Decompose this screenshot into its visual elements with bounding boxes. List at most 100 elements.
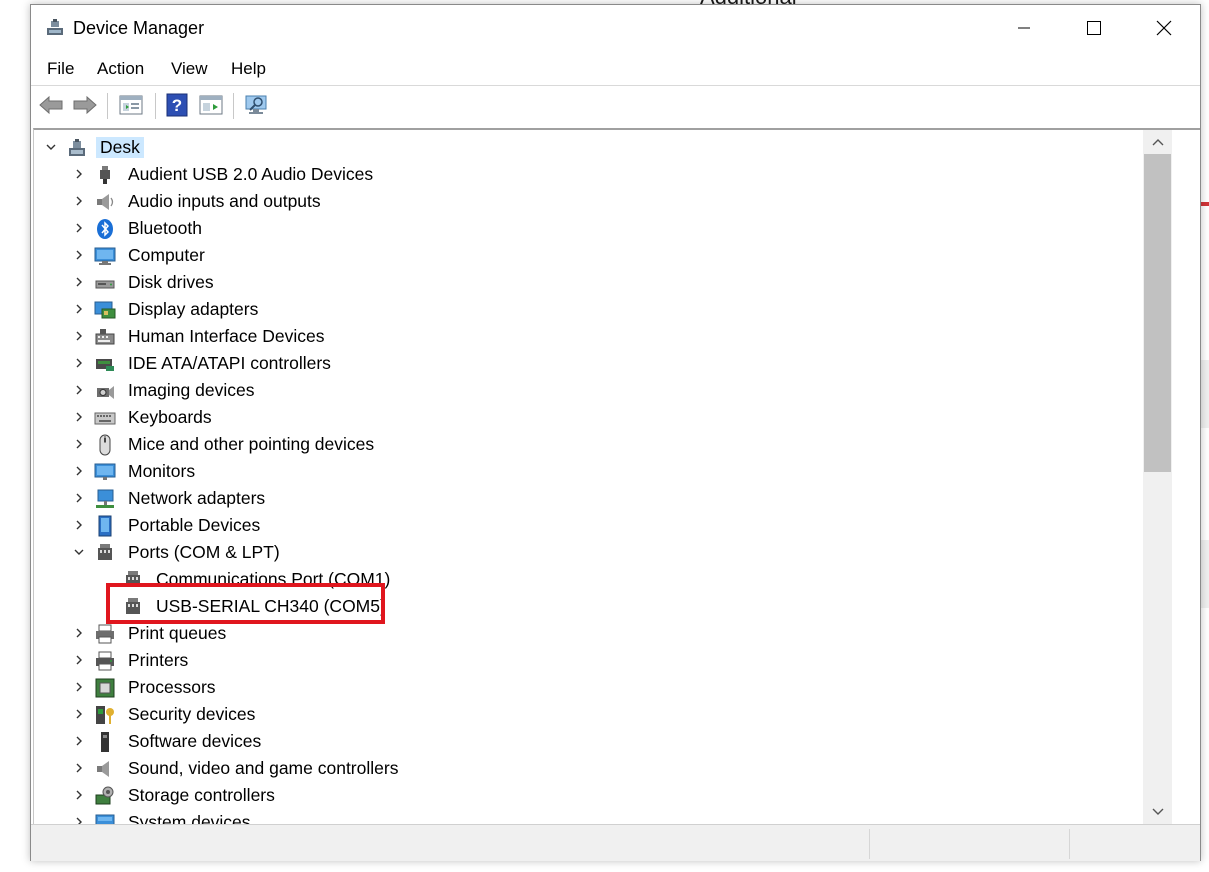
- chevron-right-icon[interactable]: [72, 356, 86, 370]
- software-device-icon: [101, 732, 109, 752]
- back-button[interactable]: [37, 91, 65, 119]
- chevron-right-icon[interactable]: [72, 734, 86, 748]
- tree-item-imaging-devices[interactable]: Imaging devices: [34, 377, 1172, 404]
- tree-item-computer[interactable]: Computer: [34, 242, 1172, 269]
- annotation-highlight-box: [106, 583, 385, 624]
- menu-view[interactable]: View: [171, 59, 208, 79]
- sound-icon: [97, 761, 109, 777]
- tree-root-label: Desk: [96, 137, 144, 158]
- tree-root[interactable]: Desk: [34, 134, 1172, 161]
- tree-item-label: Software devices: [128, 731, 262, 751]
- tree-item-human-interface-devices[interactable]: Human Interface Devices: [34, 323, 1172, 350]
- portable-device-icon: [98, 515, 112, 537]
- scrollbar-thumb[interactable]: [1144, 154, 1171, 472]
- scan-hardware-button[interactable]: [243, 91, 271, 119]
- close-button[interactable]: [1129, 5, 1199, 51]
- tree-item-security-devices[interactable]: Security devices: [34, 701, 1172, 728]
- chevron-right-icon[interactable]: [72, 410, 86, 424]
- keyboard-icon: [94, 412, 116, 425]
- tree-item-label: System devices: [128, 812, 251, 824]
- tree-item-disk-drives[interactable]: Disk drives: [34, 269, 1172, 296]
- tree-item-label: Ports (COM & LPT): [128, 542, 280, 562]
- tree-item-portable-devices[interactable]: Portable Devices: [34, 512, 1172, 539]
- menu-action[interactable]: Action: [97, 59, 144, 79]
- help-button[interactable]: ?: [163, 91, 191, 119]
- chevron-right-icon[interactable]: [72, 491, 86, 505]
- toolbar-divider: [233, 93, 234, 119]
- tree-item-label: Monitors: [128, 461, 196, 481]
- chevron-down-icon[interactable]: [72, 545, 86, 559]
- chevron-right-icon[interactable]: [72, 464, 86, 478]
- scroll-up-button[interactable]: [1143, 130, 1172, 154]
- close-icon: [1156, 20, 1172, 36]
- tree-item-ports-com-lpt[interactable]: Ports (COM & LPT): [34, 539, 1172, 566]
- tree-item-label: Portable Devices: [128, 515, 261, 535]
- tree-item-monitors[interactable]: Monitors: [34, 458, 1172, 485]
- chevron-right-icon[interactable]: [72, 248, 86, 262]
- device-tree[interactable]: Desk Audient USB 2.0 Audio Devices Audio …: [34, 130, 1172, 824]
- device-tree-pane: Desk Audient USB 2.0 Audio Devices Audio …: [33, 128, 1200, 824]
- properties-button[interactable]: [197, 91, 225, 119]
- scroll-down-button[interactable]: [1143, 800, 1172, 824]
- print-queue-icon: [96, 624, 114, 644]
- chevron-right-icon[interactable]: [72, 761, 86, 775]
- chevron-right-icon[interactable]: [72, 680, 86, 694]
- tree-item-network-adapters[interactable]: Network adapters: [34, 485, 1172, 512]
- help-icon: ?: [166, 93, 188, 117]
- menu-file[interactable]: File: [47, 59, 74, 79]
- tree-item-display-adapters[interactable]: Display adapters: [34, 296, 1172, 323]
- status-bar: [31, 824, 1200, 861]
- bluetooth-icon: [97, 219, 113, 239]
- system-devices-icon: [95, 814, 115, 824]
- menu-help[interactable]: Help: [231, 59, 266, 79]
- chevron-right-icon[interactable]: [72, 275, 86, 289]
- forward-button[interactable]: [71, 91, 99, 119]
- network-icon: [96, 489, 114, 508]
- chevron-right-icon[interactable]: [72, 383, 86, 397]
- chevron-right-icon[interactable]: [72, 518, 86, 532]
- chevron-right-icon[interactable]: [72, 329, 86, 343]
- chevron-right-icon[interactable]: [72, 302, 86, 316]
- tree-item-mice-and-other-pointing-devices[interactable]: Mice and other pointing devices: [34, 431, 1172, 458]
- properties-icon: [199, 95, 223, 115]
- tree-item-keyboards[interactable]: Keyboards: [34, 404, 1172, 431]
- minimize-button[interactable]: [989, 5, 1059, 51]
- title-bar: Device Manager: [31, 5, 1200, 51]
- show-hide-tree-icon: [119, 95, 143, 115]
- chevron-right-icon[interactable]: [72, 626, 86, 640]
- tree-item-sound-video-and-game-controllers[interactable]: Sound, video and game controllers: [34, 755, 1172, 782]
- tree-item-label: Security devices: [128, 704, 256, 724]
- chevron-right-icon[interactable]: [72, 707, 86, 721]
- tree-item-storage-controllers[interactable]: Storage controllers: [34, 782, 1172, 809]
- chevron-right-icon[interactable]: [72, 194, 86, 208]
- toolbar-divider: [155, 93, 156, 119]
- tree-item-printers[interactable]: Printers: [34, 647, 1172, 674]
- chevron-right-icon[interactable]: [72, 437, 86, 451]
- tree-item-ide-ata-atapi-controllers[interactable]: IDE ATA/ATAPI controllers: [34, 350, 1172, 377]
- chevron-right-icon[interactable]: [72, 788, 86, 802]
- tree-item-bluetooth[interactable]: Bluetooth: [34, 215, 1172, 242]
- tree-item-print-queues[interactable]: Print queues: [34, 620, 1172, 647]
- speaker-icon: [97, 194, 114, 210]
- background-panel: [1201, 540, 1209, 608]
- chevron-down-icon[interactable]: [44, 140, 58, 154]
- tree-item-label: Network adapters: [128, 488, 266, 508]
- maximize-button[interactable]: [1059, 5, 1129, 51]
- tree-item-software-devices[interactable]: Software devices: [34, 728, 1172, 755]
- tree-item-label: Imaging devices: [128, 380, 255, 400]
- tree-item-system-devices[interactable]: System devices: [34, 809, 1172, 824]
- tree-item-processors[interactable]: Processors: [34, 674, 1172, 701]
- chevron-right-icon[interactable]: [72, 653, 86, 667]
- tree-item-audio-inputs-and-outputs[interactable]: Audio inputs and outputs: [34, 188, 1172, 215]
- vertical-scrollbar[interactable]: [1143, 130, 1172, 824]
- port-icon: [98, 544, 112, 560]
- forward-arrow-icon: [73, 95, 97, 115]
- chevron-right-icon[interactable]: [72, 167, 86, 181]
- tree-item-label: Processors: [128, 677, 216, 697]
- chevron-right-icon[interactable]: [72, 815, 86, 824]
- disk-drive-icon: [95, 280, 115, 289]
- show-hide-tree-button[interactable]: [117, 91, 145, 119]
- chevron-right-icon[interactable]: [72, 221, 86, 235]
- hid-icon: [95, 329, 115, 345]
- tree-item-audient-usb-2-0-audio-devices[interactable]: Audient USB 2.0 Audio Devices: [34, 161, 1172, 188]
